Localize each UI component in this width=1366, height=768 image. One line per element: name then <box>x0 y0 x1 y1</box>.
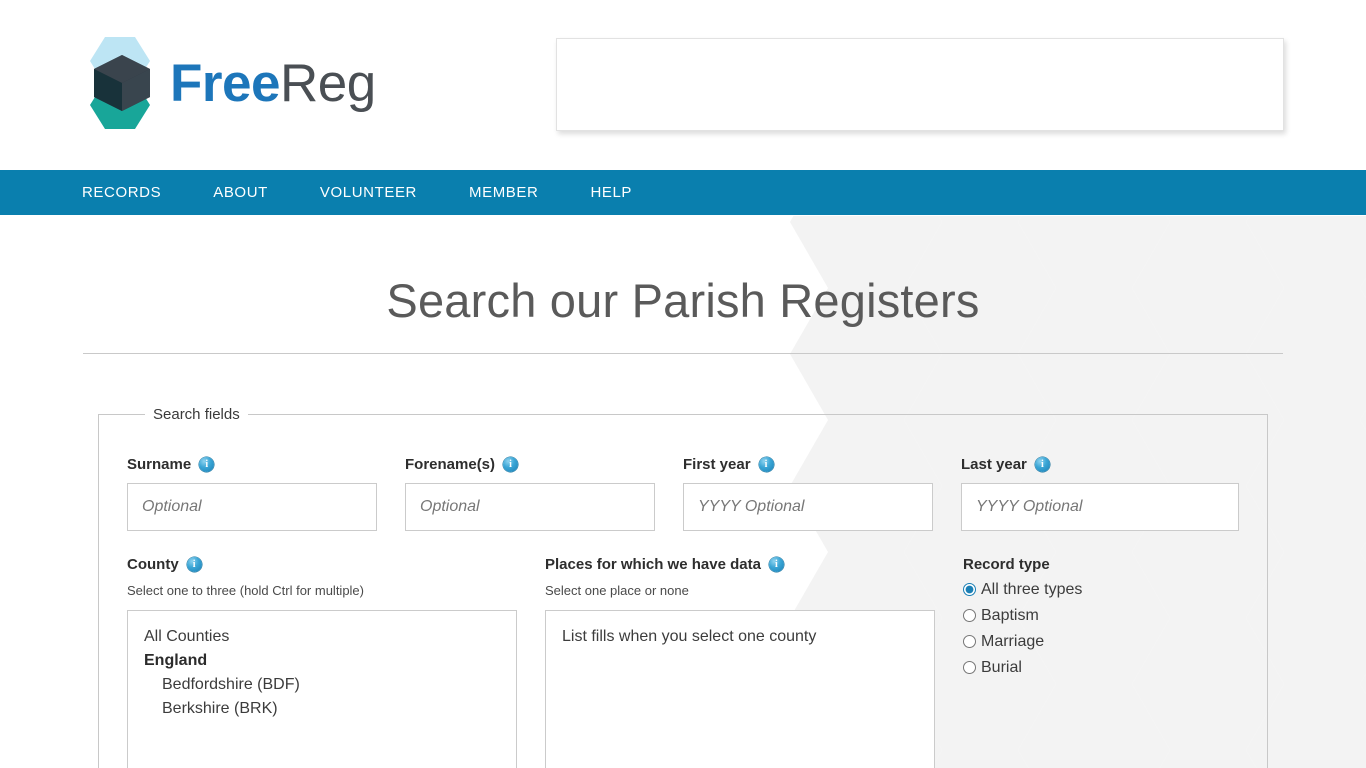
record-type-option-label: Burial <box>981 658 1022 676</box>
places-listbox[interactable]: List fills when you select one county <box>545 609 935 768</box>
main-navigation: RECORDS ABOUT VOLUNTEER MEMBER HELP <box>0 170 1366 215</box>
last-year-label: Last year <box>961 455 1239 473</box>
freereg-logo[interactable]: FreeReg <box>82 36 376 130</box>
record-type-group: Record type All three types Baptism Marr… <box>963 557 1219 768</box>
record-type-option-burial[interactable]: Burial <box>963 658 1219 676</box>
surname-field-group: Surname <box>127 455 405 531</box>
info-icon[interactable] <box>503 456 519 472</box>
last-year-input[interactable] <box>961 482 1239 531</box>
nav-list: RECORDS ABOUT VOLUNTEER MEMBER HELP <box>0 170 1366 215</box>
nav-item: MEMBER <box>443 170 564 215</box>
nav-item: ABOUT <box>187 170 294 215</box>
record-type-radio-all[interactable] <box>963 583 976 597</box>
nav-help[interactable]: HELP <box>564 170 658 215</box>
name-and-year-row: Surname Forename(s) First year <box>127 455 1239 531</box>
places-field-group: Places for which we have data Select one… <box>545 555 963 768</box>
info-icon[interactable] <box>186 556 202 572</box>
record-type-label: Record type <box>963 557 1219 572</box>
places-label: Places for which we have data <box>545 555 935 573</box>
forenames-input[interactable] <box>405 482 655 531</box>
page-root: FreeReg RECORDS ABOUT VOLUNTEER MEMBER H… <box>0 0 1366 768</box>
county-field-group: County Select one to three (hold Ctrl fo… <box>127 555 545 768</box>
logo-text-free: Free <box>170 53 280 113</box>
county-label-text: County <box>127 555 179 573</box>
record-type-radio-baptism[interactable] <box>963 609 976 623</box>
nav-records[interactable]: RECORDS <box>82 170 187 215</box>
main-content: Search our Parish Registers Search field… <box>0 215 1366 768</box>
logo-wordmark: FreeReg <box>170 57 376 110</box>
places-placeholder-option: List fills when you select one county <box>562 627 817 645</box>
banner-placeholder <box>556 38 1284 131</box>
freereg-hexagon-cube-icon <box>82 36 160 130</box>
county-label: County <box>127 555 517 573</box>
last-year-label-text: Last year <box>961 455 1027 473</box>
record-type-option-marriage[interactable]: Marriage <box>963 632 1219 650</box>
county-option[interactable]: Berkshire (BRK) <box>128 697 516 721</box>
first-year-input[interactable] <box>683 482 933 531</box>
nav-item: RECORDS <box>82 170 187 215</box>
record-type-radio-burial[interactable] <box>963 661 976 675</box>
title-divider <box>83 352 1283 354</box>
places-hint: Select one place or none <box>545 582 689 598</box>
page-title: Search our Parish Registers <box>386 274 980 327</box>
places-label-text: Places for which we have data <box>545 555 761 573</box>
site-header: FreeReg <box>0 0 1366 168</box>
nav-volunteer[interactable]: VOLUNTEER <box>294 170 443 215</box>
nav-item: HELP <box>564 170 658 215</box>
info-icon[interactable] <box>768 556 784 572</box>
county-option-group: England <box>144 651 208 669</box>
record-type-label-text: Record type <box>963 555 1050 573</box>
nav-about[interactable]: ABOUT <box>187 170 294 215</box>
surname-input[interactable] <box>127 482 377 531</box>
info-icon[interactable] <box>758 456 774 472</box>
surname-label-text: Surname <box>127 455 192 473</box>
county-option[interactable]: Bedfordshire (BDF) <box>128 673 516 697</box>
forenames-label-text: Forename(s) <box>405 455 496 473</box>
first-year-field-group: First year <box>683 455 961 531</box>
logo-text-reg: Reg <box>279 53 376 113</box>
county-hint: Select one to three (hold Ctrl for multi… <box>127 582 364 598</box>
info-icon[interactable] <box>1034 456 1050 472</box>
record-type-option-all[interactable]: All three types <box>963 580 1219 598</box>
search-fields-fieldset: Search fields Surname Forename(s) <box>98 405 1268 768</box>
info-icon[interactable] <box>199 456 215 472</box>
record-type-radio-marriage[interactable] <box>963 635 976 649</box>
record-type-option-label: All three types <box>981 580 1083 598</box>
last-year-field-group: Last year <box>961 455 1239 531</box>
first-year-label-text: First year <box>683 455 751 473</box>
record-type-option-label: Marriage <box>981 632 1045 650</box>
record-type-option-baptism[interactable]: Baptism <box>963 606 1219 624</box>
nav-member[interactable]: MEMBER <box>443 170 564 215</box>
record-type-option-label: Baptism <box>981 606 1039 624</box>
forenames-field-group: Forename(s) <box>405 455 683 531</box>
county-places-recordtype-row: County Select one to three (hold Ctrl fo… <box>127 555 1239 768</box>
forenames-label: Forename(s) <box>405 455 655 473</box>
nav-item: VOLUNTEER <box>294 170 443 215</box>
surname-label: Surname <box>127 455 377 473</box>
county-listbox[interactable]: All Counties England Bedfordshire (BDF) … <box>127 609 517 768</box>
search-fields-legend: Search fields <box>153 405 240 423</box>
county-option[interactable]: All Counties <box>128 625 516 649</box>
first-year-label: First year <box>683 455 933 473</box>
